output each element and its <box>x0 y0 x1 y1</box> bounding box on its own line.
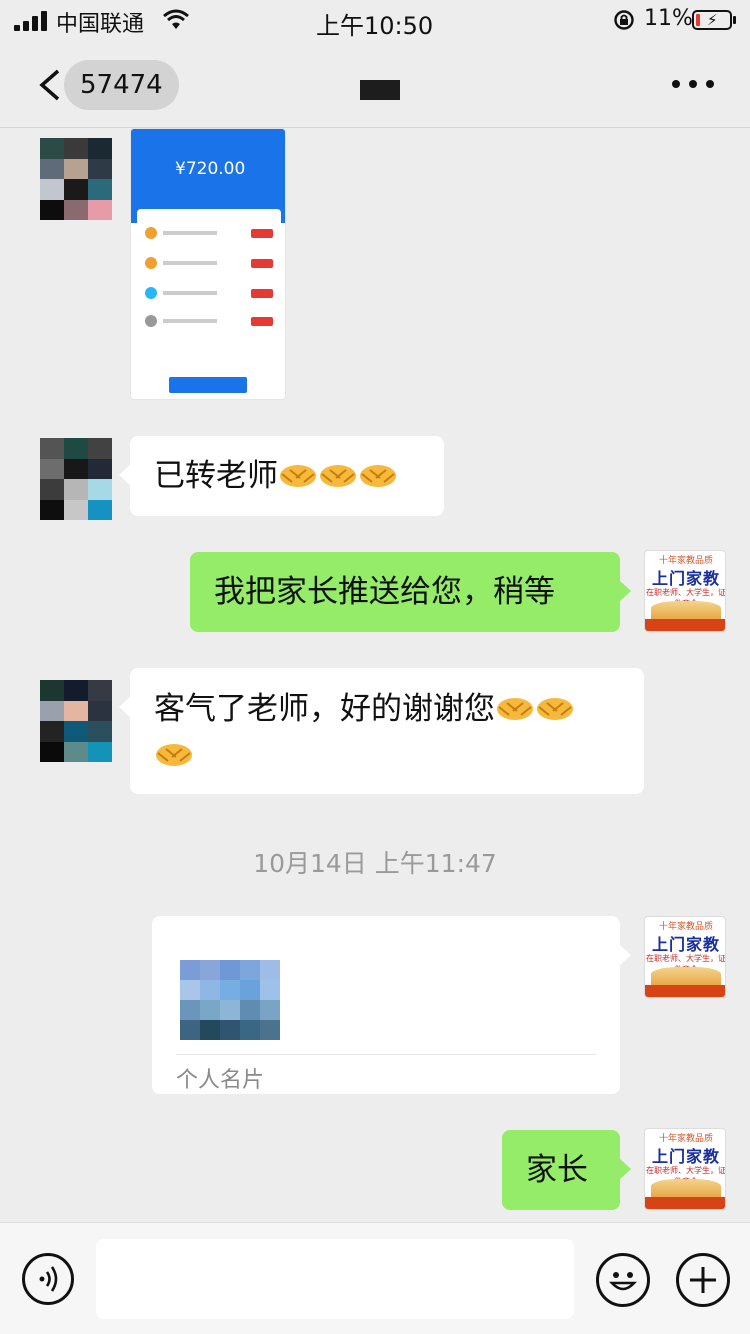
contact-card-label: 个人名片 <box>176 1068 265 1093</box>
my-avatar[interactable]: 十年家教品质 上门家教 在职老师、大学生，证件齐全 <box>644 916 726 998</box>
back-arrow-icon[interactable] <box>36 68 64 102</box>
message-bubble-outgoing[interactable]: 家长 <box>502 1130 631 1210</box>
message-text: 家长 <box>526 1152 588 1188</box>
battery-percent: 11% <box>644 6 693 31</box>
battery-fill <box>696 14 700 26</box>
plus-icon <box>690 1267 716 1293</box>
more-functions-button[interactable] <box>676 1253 730 1307</box>
wifi-icon <box>163 9 189 29</box>
emoji-button[interactable] <box>596 1253 650 1307</box>
image-message[interactable]: ¥720.00 <box>130 128 286 400</box>
avatar-bar <box>645 619 725 631</box>
avatar-brand: 上门家教 <box>651 569 720 588</box>
contact-card-message[interactable]: 个人名片 <box>152 916 631 1094</box>
handshake-emoji-icon <box>320 464 356 487</box>
avatar-bar <box>645 1197 725 1209</box>
chat-header: 57474 <box>0 42 750 128</box>
handshake-emoji-icon <box>156 743 192 766</box>
screenshot-amount: ¥720.00 <box>175 159 246 179</box>
charging-bolt-icon: ⚡ <box>707 11 718 29</box>
avatar-brand: 上门家教 <box>651 1147 720 1166</box>
signal-icon <box>14 11 48 31</box>
screenshot-button <box>169 377 247 393</box>
contact-avatar[interactable] <box>40 680 112 762</box>
contact-avatar[interactable] <box>40 138 112 220</box>
handshake-emoji-icon <box>497 697 533 720</box>
my-avatar[interactable]: 十年家教品质 上门家教 在职老师、大学生，证件齐全 <box>644 1128 726 1210</box>
more-options-icon[interactable] <box>672 80 716 90</box>
input-bar <box>0 1222 750 1334</box>
message-bubble-outgoing[interactable]: 我把家长推送给您，稍等 <box>190 552 631 632</box>
status-bar: 中国联通 上午10:50 11% ⚡ <box>0 0 750 42</box>
message-input[interactable] <box>96 1239 574 1319</box>
avatar-bar <box>645 985 725 997</box>
message-bubble-incoming[interactable]: 已转老师 <box>119 436 444 516</box>
message-bubble-incoming[interactable]: 客气了老师，好的谢谢您 <box>119 668 644 794</box>
battery-icon: ⚡ <box>692 10 736 30</box>
book-icon <box>651 601 721 619</box>
handshake-emoji-icon <box>280 464 316 487</box>
handshake-emoji-icon <box>537 697 573 720</box>
book-icon <box>651 1179 721 1197</box>
chat-title-redacted <box>360 80 400 100</box>
timestamp: 10月14日 上午11:47 <box>253 849 497 878</box>
handshake-emoji-icon <box>360 464 396 487</box>
contact-card-photo <box>180 960 280 1040</box>
smiley-icon <box>609 1272 637 1291</box>
my-avatar[interactable]: 十年家教品质 上门家教 在职老师、大学生，证件齐全 <box>644 550 726 632</box>
avatar-brand: 上门家教 <box>651 935 720 954</box>
message-text: 我把家长推送给您，稍等 <box>214 574 555 610</box>
unread-count-badge[interactable]: 57474 <box>64 60 179 110</box>
clock: 上午10:50 <box>316 12 434 40</box>
rotation-lock-icon <box>614 10 634 30</box>
book-icon <box>651 967 721 985</box>
message-text: 客气了老师，好的谢谢您 <box>154 691 495 727</box>
contact-avatar[interactable] <box>40 438 112 520</box>
voice-input-button[interactable] <box>22 1253 74 1305</box>
screenshot-card <box>137 209 281 333</box>
carrier-name: 中国联通 <box>56 12 145 37</box>
voice-icon <box>39 1266 58 1292</box>
message-text: 已转老师 <box>154 458 278 494</box>
divider <box>176 1054 596 1055</box>
